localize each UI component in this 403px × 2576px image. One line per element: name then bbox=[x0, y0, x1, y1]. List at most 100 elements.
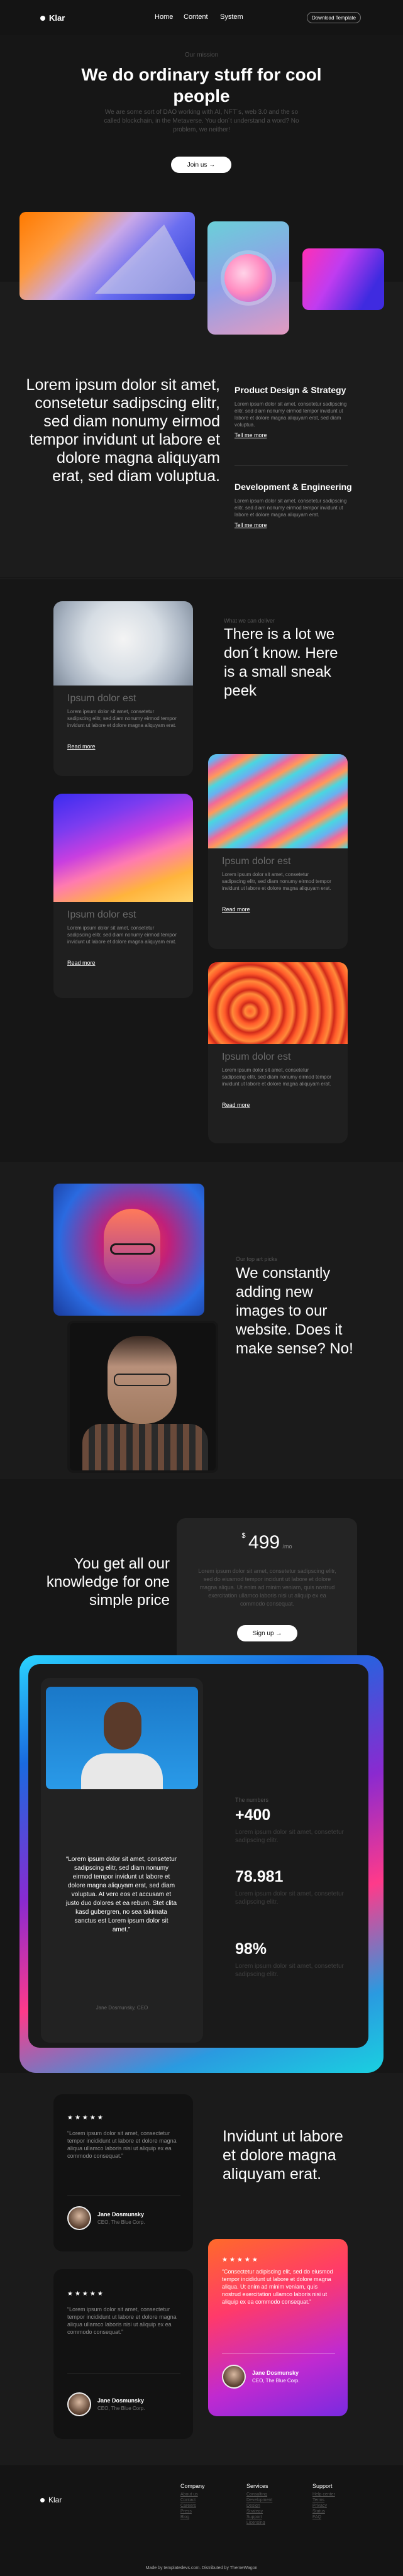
testimonial-1-stars: ★★★★★ bbox=[67, 2114, 105, 2121]
stat-2: 78.981 Lorem ipsum dolor sit amet, conse… bbox=[235, 1868, 348, 1906]
service-1-title: Product Design & Strategy bbox=[235, 385, 346, 395]
price-currency: $ bbox=[241, 1532, 246, 1540]
service-1-body: Lorem ipsum dolor sit amet, consetetur s… bbox=[235, 401, 347, 428]
peek-card-4-title: Ipsum dolor est bbox=[222, 1052, 291, 1062]
service-2-link[interactable]: Tell me more bbox=[235, 522, 267, 528]
footer-logo-icon bbox=[40, 2497, 45, 2502]
price-period: /mo bbox=[282, 1543, 292, 1550]
nav-home[interactable]: Home bbox=[155, 13, 173, 21]
testimonial-3-avatar bbox=[67, 2392, 91, 2416]
footer-col-company: Company About us Contact Careers Press B… bbox=[180, 2483, 205, 2520]
peek-card-3[interactable]: Ipsum dolor est Lorem ipsum dolor sit am… bbox=[208, 754, 348, 949]
join-us-button[interactable]: Join us → bbox=[171, 157, 231, 173]
images-eyebrow: Our top art picks bbox=[236, 1256, 278, 1262]
peek-card-1[interactable]: Ipsum dolor est Lorem ipsum dolor sit am… bbox=[53, 601, 193, 776]
footer-link[interactable]: FAQ bbox=[312, 2514, 335, 2520]
footer-link[interactable]: Help center bbox=[312, 2492, 335, 2497]
footer-link[interactable]: About us bbox=[180, 2492, 205, 2497]
footer-link[interactable]: Strategy bbox=[246, 2509, 272, 2514]
portrait-man-image bbox=[67, 1321, 218, 1473]
peek-card-2[interactable]: Ipsum dolor est Lorem ipsum dolor sit am… bbox=[53, 794, 193, 998]
stat-3-label: Lorem ipsum dolor sit amet, consetetur s… bbox=[235, 1963, 344, 1978]
portrait-woman-image bbox=[53, 1184, 204, 1316]
pricing-title: You get all our knowledge for one simple… bbox=[46, 1555, 170, 1609]
peek-card-4-body: Lorem ipsum dolor sit amet, consetetur s… bbox=[222, 1067, 331, 1087]
service-1: Product Design & Strategy Lorem ipsum do… bbox=[235, 385, 354, 440]
testimonial-3-text: “Lorem ipsum dolor sit amet, consectetur… bbox=[67, 2306, 177, 2335]
testimonials-title: Invidunt ut labore et dolore magna aliqu… bbox=[223, 2128, 343, 2183]
testimonial-3-name: Jane Dosmunsky bbox=[97, 2397, 145, 2404]
stat-1: +400 Lorem ipsum dolor sit amet, consete… bbox=[235, 1806, 348, 1845]
footer-link[interactable]: Terms bbox=[312, 2497, 335, 2503]
testimonial-card-3: ★★★★★ “Lorem ipsum dolor sit amet, conse… bbox=[53, 2269, 193, 2439]
peek-card-3-link[interactable]: Read more bbox=[222, 906, 250, 913]
navbar: Klar Home Content System Download Templa… bbox=[0, 0, 403, 35]
peek-card-3-image bbox=[208, 754, 348, 848]
testimonial-2-name: Jane Dosmunsky bbox=[252, 2370, 299, 2376]
service-2: Development & Engineering Lorem ipsum do… bbox=[235, 482, 354, 530]
peek-card-4[interactable]: Ipsum dolor est Lorem ipsum dolor sit am… bbox=[208, 962, 348, 1143]
stats-eyebrow: The numbers bbox=[235, 1797, 269, 1803]
quote-text: “Lorem ipsum dolor sit amet, consetetur … bbox=[65, 1856, 177, 1933]
testimonial-3-role: CEO, The Blue Corp. bbox=[97, 2406, 145, 2411]
footer-link[interactable]: Support bbox=[246, 2514, 272, 2520]
hero-image-large bbox=[19, 212, 195, 300]
nav-system[interactable]: System bbox=[220, 13, 243, 21]
footer-col-title: Company bbox=[180, 2483, 205, 2489]
service-divider bbox=[235, 465, 348, 466]
download-template-button[interactable]: Download Template bbox=[307, 12, 361, 23]
footer: Klar Company About us Contact Careers Pr… bbox=[0, 2465, 403, 2576]
hero-image-orb bbox=[207, 221, 289, 335]
footer-link[interactable]: Status bbox=[312, 2509, 335, 2514]
testimonial-1-avatar bbox=[67, 2206, 91, 2230]
footer-logo[interactable]: Klar bbox=[40, 2496, 62, 2504]
stat-1-value: +400 bbox=[235, 1806, 271, 1824]
testimonial-1-name: Jane Dosmunsky bbox=[97, 2211, 145, 2218]
pricing-card: $ 499 /mo Lorem ipsum dolor sit amet, co… bbox=[177, 1518, 357, 1664]
service-1-link[interactable]: Tell me more bbox=[235, 432, 267, 438]
stat-2-label: Lorem ipsum dolor sit amet, consetetur s… bbox=[235, 1890, 344, 1906]
footer-link[interactable]: Design bbox=[246, 2503, 272, 2509]
peek-eyebrow: What we can deliver bbox=[224, 618, 275, 624]
peek-card-4-image bbox=[208, 962, 348, 1044]
testimonial-card-1: ★★★★★ “Lorem ipsum dolor sit amet, conse… bbox=[53, 2094, 193, 2251]
logo[interactable]: Klar bbox=[40, 13, 65, 23]
stat-3: 98% Lorem ipsum dolor sit amet, consetet… bbox=[235, 1940, 348, 1979]
peek-card-1-image bbox=[53, 601, 193, 686]
footer-col-title: Services bbox=[246, 2483, 268, 2489]
quote-author: Jane Dosmunsky, CEO bbox=[96, 2005, 148, 2011]
footer-col-support: Support Help center Terms Privacy Status… bbox=[312, 2483, 335, 2520]
peek-card-2-link[interactable]: Read more bbox=[67, 960, 96, 966]
stat-1-label: Lorem ipsum dolor sit amet, consetetur s… bbox=[235, 1829, 344, 1844]
peek-card-2-image bbox=[53, 794, 193, 902]
footer-link[interactable]: Consulting bbox=[246, 2492, 272, 2497]
hero-eyebrow: Our mission bbox=[184, 52, 219, 58]
nav-content[interactable]: Content bbox=[184, 13, 208, 21]
testimonial-card-2: ★★★★★ “Consectetur adipiscing elit, sed … bbox=[208, 2239, 348, 2416]
footer-link[interactable]: Development bbox=[246, 2497, 272, 2503]
ceo-photo bbox=[46, 1687, 198, 1789]
footer-link[interactable]: Press bbox=[180, 2509, 205, 2514]
stat-3-value: 98% bbox=[235, 1940, 267, 1958]
stat-2-value: 78.981 bbox=[235, 1868, 284, 1885]
peek-card-4-link[interactable]: Read more bbox=[222, 1102, 250, 1108]
footer-link[interactable]: Licensing bbox=[246, 2520, 272, 2526]
testimonial-1-text: “Lorem ipsum dolor sit amet, consectetur… bbox=[67, 2130, 177, 2159]
logo-icon bbox=[40, 15, 45, 21]
sign-up-button[interactable]: Sign up → bbox=[237, 1625, 297, 1641]
footer-link[interactable]: Privacy bbox=[312, 2503, 335, 2509]
service-2-body: Lorem ipsum dolor sit amet, consetetur s… bbox=[235, 498, 347, 518]
footer-link[interactable]: Blog bbox=[180, 2514, 205, 2520]
price: $ 499 /mo bbox=[177, 1532, 357, 1553]
footer-col-title: Support bbox=[312, 2483, 333, 2489]
footer-logo-text: Klar bbox=[48, 2496, 62, 2504]
footer-link[interactable]: Contact bbox=[180, 2497, 205, 2503]
peek-card-1-link[interactable]: Read more bbox=[67, 743, 96, 750]
service-2-title: Development & Engineering bbox=[235, 482, 352, 492]
hero-title: We do ordinary stuff for cool people bbox=[81, 65, 322, 106]
peek-card-3-title: Ipsum dolor est bbox=[222, 856, 291, 867]
pricing-body: Lorem ipsum dolor sit amet, consetetur s… bbox=[198, 1568, 336, 1607]
quote-card: “Lorem ipsum dolor sit amet, consetetur … bbox=[41, 1678, 203, 2043]
testimonial-2-avatar bbox=[222, 2365, 246, 2389]
footer-link[interactable]: Careers bbox=[180, 2503, 205, 2509]
